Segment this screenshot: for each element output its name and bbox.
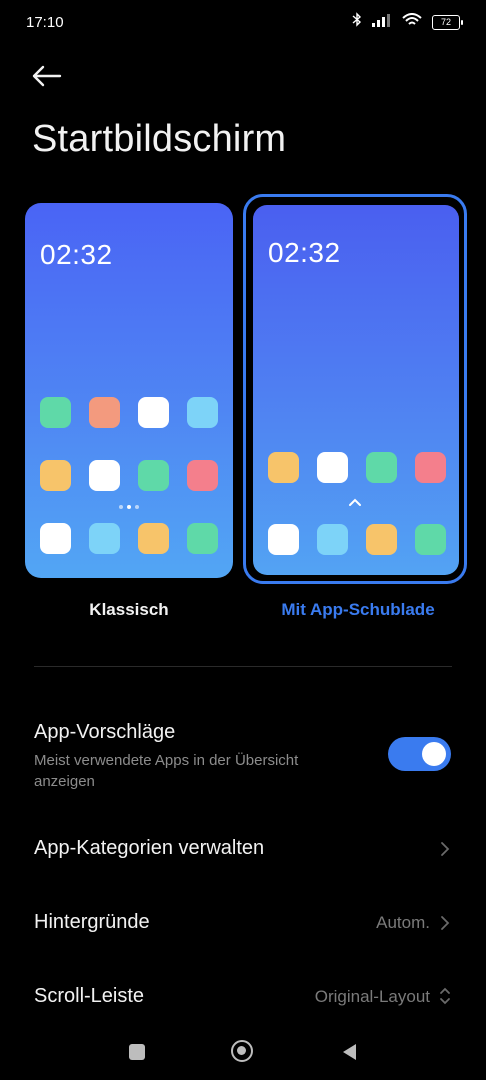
app-icon: [187, 397, 218, 428]
app-suggestions-title: App-Vorschläge: [34, 721, 176, 743]
classic-layout-label[interactable]: Klassisch: [25, 600, 233, 620]
scroll-bar-title: Scroll-Leiste: [34, 985, 145, 1007]
app-icon: [415, 452, 446, 483]
page-dot-active: [127, 505, 131, 509]
app-icon: [268, 524, 299, 555]
backgrounds-title: Hintergründe: [34, 911, 150, 933]
drawer-layout-label[interactable]: Mit App-Schublade: [243, 600, 473, 620]
page-dot: [135, 505, 139, 509]
app-icon: [366, 452, 397, 483]
backgrounds-value: Autom.: [376, 913, 430, 932]
app-icon: [89, 523, 120, 554]
app-icon: [268, 452, 299, 483]
wifi-icon: [402, 12, 422, 32]
signal-icon: [372, 13, 392, 32]
chevron-up-icon: [348, 495, 362, 513]
app-icon: [138, 397, 169, 428]
back-triangle-icon[interactable]: [340, 1042, 358, 1067]
bluetooth-icon: [352, 12, 362, 32]
home-icon[interactable]: [231, 1040, 253, 1062]
page-indicator: [119, 505, 139, 509]
home-icon-dot: [237, 1046, 246, 1055]
app-icon: [40, 523, 71, 554]
preview-clock: 02:32: [40, 239, 113, 270]
app-icon: [89, 460, 120, 491]
chevron-right-icon: [438, 914, 452, 932]
page-title: Startbildschirm: [32, 118, 287, 160]
app-icon: [89, 397, 120, 428]
app-suggestions-toggle[interactable]: [388, 737, 451, 771]
toggle-knob: [422, 742, 446, 766]
drawer-layout-preview[interactable]: 02:32: [253, 205, 459, 575]
chevron-right-icon: [438, 840, 452, 858]
classic-layout-preview[interactable]: 02:32: [25, 203, 233, 578]
app-categories-title: App-Kategorien verwalten: [34, 837, 265, 859]
status-icons: 72: [352, 12, 463, 32]
preview-clock: 02:32: [268, 237, 341, 268]
app-icon: [415, 524, 446, 555]
navigation-bar: [0, 1022, 486, 1080]
app-icon-grid: [40, 397, 218, 554]
scroll-bar-value: Original-Layout: [314, 987, 430, 1006]
app-icon: [138, 523, 169, 554]
app-icon: [187, 460, 218, 491]
back-arrow-icon[interactable]: [30, 60, 64, 94]
app-icon: [40, 460, 71, 491]
app-icon: [187, 523, 218, 554]
app-icon: [40, 397, 71, 428]
app-icon: [317, 524, 348, 555]
app-icon: [366, 524, 397, 555]
status-bar: 17:10 72: [0, 0, 486, 46]
recents-icon[interactable]: [129, 1044, 145, 1060]
chevron-up-down-icon: [438, 986, 452, 1005]
app-icon: [138, 460, 169, 491]
divider: [34, 666, 452, 667]
app-icon: [317, 452, 348, 483]
battery-icon: 72: [432, 14, 463, 30]
app-suggestions-subtitle: Meist verwendete Apps in der Übersicht a…: [34, 752, 299, 790]
status-time: 17:10: [26, 14, 64, 31]
page-dot: [119, 505, 123, 509]
